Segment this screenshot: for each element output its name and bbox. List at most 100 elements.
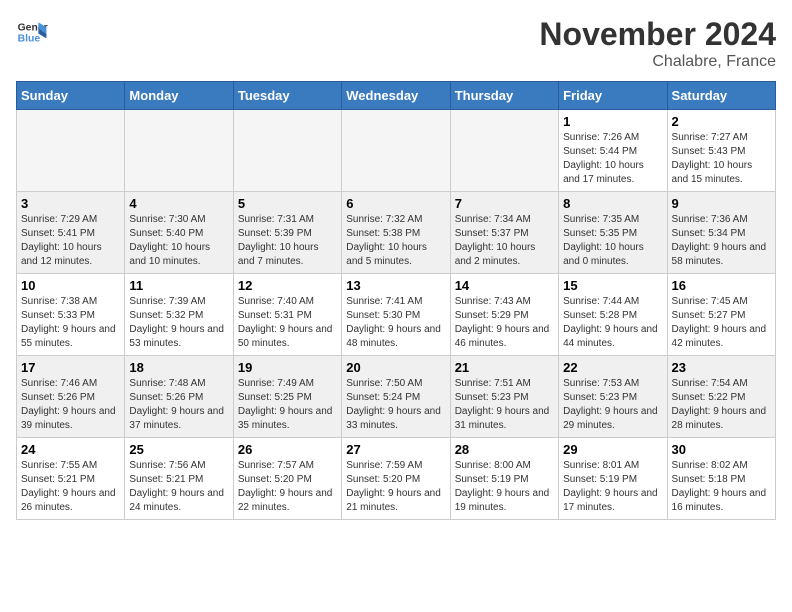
week-row-2: 3Sunrise: 7:29 AM Sunset: 5:41 PM Daylig…	[17, 192, 776, 274]
cell-info: Sunrise: 8:02 AM Sunset: 5:18 PM Dayligh…	[672, 459, 771, 515]
date-number: 11	[129, 278, 228, 293]
calendar-cell: 23 Sunrise: 7:54 AM Sunset: 5:22 PM Dayli…	[667, 356, 775, 438]
cell-info: Sunrise: 7:46 AM Sunset: 5:26 PM Dayligh…	[21, 377, 120, 433]
calendar-cell: 13 Sunrise: 7:41 AM Sunset: 5:30 PM Dayli…	[342, 274, 450, 356]
cell-info: Sunrise: 7:57 AM Sunset: 5:20 PM Dayligh…	[238, 459, 337, 515]
week-row-3: 10Sunrise: 7:38 AM Sunset: 5:33 PM Dayli…	[17, 274, 776, 356]
date-number: 17	[21, 360, 120, 375]
cell-info: Sunrise: 7:48 AM Sunset: 5:26 PM Dayligh…	[129, 377, 228, 433]
calendar-cell	[342, 110, 450, 192]
calendar-cell: 8Sunrise: 7:35 AM Sunset: 5:35 PM Daylig…	[559, 192, 667, 274]
calendar-cell: 17 Sunrise: 7:46 AM Sunset: 5:26 PM Dayli…	[17, 356, 125, 438]
cell-info: Sunrise: 7:40 AM Sunset: 5:31 PM Dayligh…	[238, 295, 337, 351]
calendar-cell: 3Sunrise: 7:29 AM Sunset: 5:41 PM Daylig…	[17, 192, 125, 274]
cell-info: Sunrise: 7:51 AM Sunset: 5:23 PM Dayligh…	[455, 377, 554, 433]
cell-info: Sunrise: 7:49 AM Sunset: 5:25 PM Dayligh…	[238, 377, 337, 433]
cell-info: Sunrise: 8:00 AM Sunset: 5:19 PM Dayligh…	[455, 459, 554, 515]
date-number: 2	[672, 114, 771, 129]
cell-info: Sunrise: 7:36 AM Sunset: 5:34 PM Dayligh…	[672, 213, 771, 269]
calendar-cell: 10Sunrise: 7:38 AM Sunset: 5:33 PM Dayli…	[17, 274, 125, 356]
logo-icon: General Blue	[16, 16, 48, 48]
day-header-saturday: Saturday	[667, 82, 775, 110]
calendar-cell: 1 Sunrise: 7:26 AM Sunset: 5:44 PM Daylig…	[559, 110, 667, 192]
date-number: 27	[346, 442, 445, 457]
cell-info: Sunrise: 7:31 AM Sunset: 5:39 PM Dayligh…	[238, 213, 337, 269]
cell-info: Sunrise: 7:26 AM Sunset: 5:44 PM Dayligh…	[563, 131, 662, 187]
day-header-thursday: Thursday	[450, 82, 558, 110]
calendar-cell: 28Sunrise: 8:00 AM Sunset: 5:19 PM Dayli…	[450, 438, 558, 520]
day-header-friday: Friday	[559, 82, 667, 110]
cell-info: Sunrise: 7:41 AM Sunset: 5:30 PM Dayligh…	[346, 295, 445, 351]
date-number: 1	[563, 114, 662, 129]
date-number: 22	[563, 360, 662, 375]
calendar-cell: 24 Sunrise: 7:55 AM Sunset: 5:21 PM Dayli…	[17, 438, 125, 520]
calendar-cell: 16 Sunrise: 7:45 AM Sunset: 5:27 PM Dayli…	[667, 274, 775, 356]
day-header-sunday: Sunday	[17, 82, 125, 110]
cell-info: Sunrise: 7:30 AM Sunset: 5:40 PM Dayligh…	[129, 213, 228, 269]
date-number: 18	[129, 360, 228, 375]
date-number: 26	[238, 442, 337, 457]
calendar-cell: 5 Sunrise: 7:31 AM Sunset: 5:39 PM Daylig…	[233, 192, 341, 274]
cell-info: Sunrise: 7:45 AM Sunset: 5:27 PM Dayligh…	[672, 295, 771, 351]
date-number: 29	[563, 442, 662, 457]
date-number: 24	[21, 442, 120, 457]
calendar-cell: 21 Sunrise: 7:51 AM Sunset: 5:23 PM Dayli…	[450, 356, 558, 438]
cell-info: Sunrise: 7:34 AM Sunset: 5:37 PM Dayligh…	[455, 213, 554, 269]
cell-info: Sunrise: 7:44 AM Sunset: 5:28 PM Dayligh…	[563, 295, 662, 351]
date-number: 20	[346, 360, 445, 375]
cell-info: Sunrise: 7:56 AM Sunset: 5:21 PM Dayligh…	[129, 459, 228, 515]
cell-info: Sunrise: 7:43 AM Sunset: 5:29 PM Dayligh…	[455, 295, 554, 351]
date-number: 16	[672, 278, 771, 293]
cell-info: Sunrise: 7:27 AM Sunset: 5:43 PM Dayligh…	[672, 131, 771, 187]
calendar-cell: 29 Sunrise: 8:01 AM Sunset: 5:19 PM Dayli…	[559, 438, 667, 520]
date-number: 5	[238, 196, 337, 211]
cell-info: Sunrise: 7:54 AM Sunset: 5:22 PM Dayligh…	[672, 377, 771, 433]
cell-info: Sunrise: 7:39 AM Sunset: 5:32 PM Dayligh…	[129, 295, 228, 351]
week-row-5: 24 Sunrise: 7:55 AM Sunset: 5:21 PM Dayli…	[17, 438, 776, 520]
day-header-tuesday: Tuesday	[233, 82, 341, 110]
calendar-cell: 11 Sunrise: 7:39 AM Sunset: 5:32 PM Dayli…	[125, 274, 233, 356]
cell-info: Sunrise: 7:53 AM Sunset: 5:23 PM Dayligh…	[563, 377, 662, 433]
cell-info: Sunrise: 8:01 AM Sunset: 5:19 PM Dayligh…	[563, 459, 662, 515]
date-number: 4	[129, 196, 228, 211]
cell-info: Sunrise: 7:35 AM Sunset: 5:35 PM Dayligh…	[563, 213, 662, 269]
month-title: November 2024	[539, 16, 776, 53]
day-header-monday: Monday	[125, 82, 233, 110]
date-number: 13	[346, 278, 445, 293]
calendar-cell: 9 Sunrise: 7:36 AM Sunset: 5:34 PM Daylig…	[667, 192, 775, 274]
date-number: 7	[455, 196, 554, 211]
date-number: 21	[455, 360, 554, 375]
day-header-row: SundayMondayTuesdayWednesdayThursdayFrid…	[17, 82, 776, 110]
calendar-table: SundayMondayTuesdayWednesdayThursdayFrid…	[16, 81, 776, 520]
date-number: 10	[21, 278, 120, 293]
title-block: November 2024 Chalabre, France	[539, 16, 776, 71]
calendar-cell: 6 Sunrise: 7:32 AM Sunset: 5:38 PM Daylig…	[342, 192, 450, 274]
cell-info: Sunrise: 7:50 AM Sunset: 5:24 PM Dayligh…	[346, 377, 445, 433]
date-number: 6	[346, 196, 445, 211]
calendar-cell: 19 Sunrise: 7:49 AM Sunset: 5:25 PM Dayli…	[233, 356, 341, 438]
calendar-cell	[233, 110, 341, 192]
calendar-cell: 15 Sunrise: 7:44 AM Sunset: 5:28 PM Dayli…	[559, 274, 667, 356]
date-number: 9	[672, 196, 771, 211]
date-number: 19	[238, 360, 337, 375]
date-number: 25	[129, 442, 228, 457]
cell-info: Sunrise: 7:32 AM Sunset: 5:38 PM Dayligh…	[346, 213, 445, 269]
calendar-cell	[17, 110, 125, 192]
cell-info: Sunrise: 7:59 AM Sunset: 5:20 PM Dayligh…	[346, 459, 445, 515]
calendar-cell: 14Sunrise: 7:43 AM Sunset: 5:29 PM Dayli…	[450, 274, 558, 356]
cell-info: Sunrise: 7:55 AM Sunset: 5:21 PM Dayligh…	[21, 459, 120, 515]
calendar-cell: 12Sunrise: 7:40 AM Sunset: 5:31 PM Dayli…	[233, 274, 341, 356]
date-number: 30	[672, 442, 771, 457]
date-number: 15	[563, 278, 662, 293]
calendar-cell	[125, 110, 233, 192]
week-row-1: 1 Sunrise: 7:26 AM Sunset: 5:44 PM Daylig…	[17, 110, 776, 192]
week-row-4: 17 Sunrise: 7:46 AM Sunset: 5:26 PM Dayli…	[17, 356, 776, 438]
calendar-cell: 22 Sunrise: 7:53 AM Sunset: 5:23 PM Dayli…	[559, 356, 667, 438]
calendar-cell: 7 Sunrise: 7:34 AM Sunset: 5:37 PM Daylig…	[450, 192, 558, 274]
date-number: 3	[21, 196, 120, 211]
calendar-cell: 18 Sunrise: 7:48 AM Sunset: 5:26 PM Dayli…	[125, 356, 233, 438]
calendar-cell: 2 Sunrise: 7:27 AM Sunset: 5:43 PM Daylig…	[667, 110, 775, 192]
location: Chalabre, France	[539, 53, 776, 71]
page-header: General Blue November 2024 Chalabre, Fra…	[16, 16, 776, 71]
date-number: 23	[672, 360, 771, 375]
